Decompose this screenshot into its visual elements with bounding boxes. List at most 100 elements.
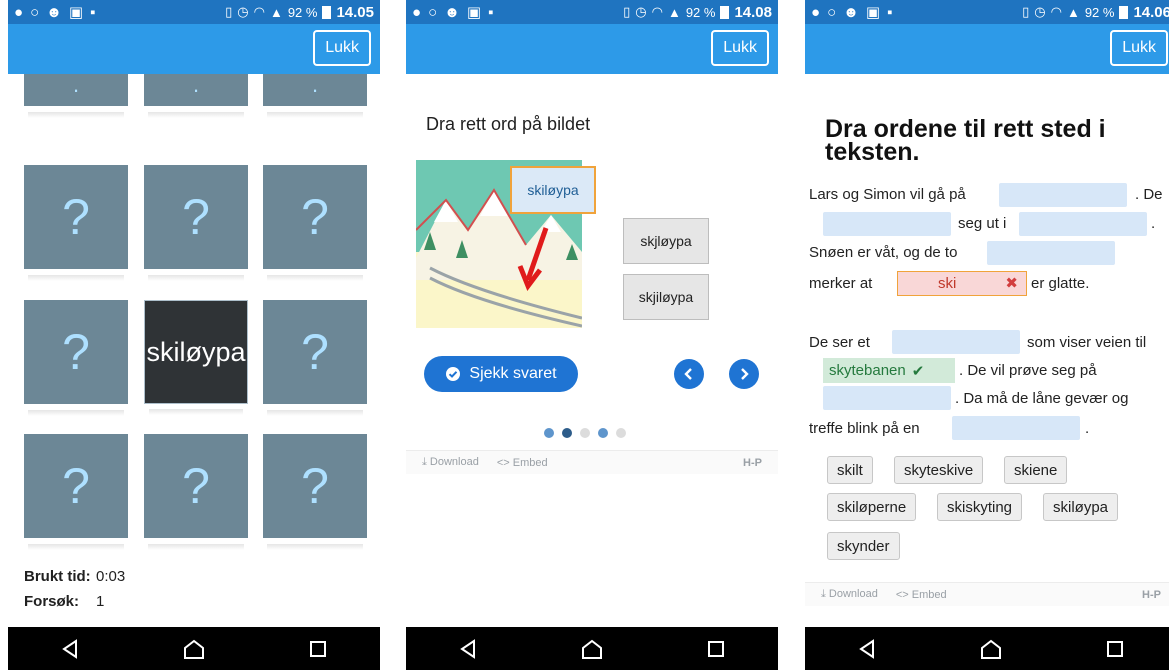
time-used-label: Brukt tid: xyxy=(24,568,91,585)
chat-icon: ● xyxy=(14,3,24,21)
home-icon[interactable] xyxy=(179,634,209,664)
word-chip[interactable]: skiløperne xyxy=(827,493,917,521)
alarm-icon: ◷ xyxy=(1034,4,1046,19)
embed-link[interactable]: <> Embed xyxy=(896,589,947,601)
close-button[interactable]: Lukk xyxy=(1110,30,1168,66)
download-link[interactable]: ⤓ Download xyxy=(821,588,878,601)
answer-blank[interactable] xyxy=(999,183,1127,207)
answer-blank[interactable] xyxy=(823,212,951,236)
slide-dot-current[interactable] xyxy=(562,428,572,438)
h5p-logo: H-P xyxy=(743,456,762,469)
face-icon: ☻ xyxy=(46,3,62,21)
download-notification-icon: ▪ xyxy=(887,3,893,21)
previous-button[interactable] xyxy=(674,359,704,389)
next-button[interactable] xyxy=(729,359,759,389)
circle-icon: ○ xyxy=(30,3,40,21)
text-fragment: . xyxy=(1151,215,1156,232)
word-chip[interactable]: skiene xyxy=(1004,456,1068,484)
memory-card[interactable]: ? xyxy=(144,165,248,281)
close-button[interactable]: Lukk xyxy=(313,30,371,66)
close-button[interactable]: Lukk xyxy=(711,30,769,66)
chevron-right-icon xyxy=(741,368,749,380)
status-bar: ● ○ ☻ ▣ ▪ ▯ ◷ ◠ ▲ 92 % 14.05 xyxy=(8,0,380,24)
draggable-word[interactable]: skjløypa xyxy=(623,218,709,264)
chat-icon: ● xyxy=(811,3,821,21)
slide-dot[interactable] xyxy=(598,428,608,438)
back-icon[interactable] xyxy=(852,634,882,664)
word-chip[interactable]: skyteskive xyxy=(894,456,984,484)
text-fragment: . Da må de låne gevær og xyxy=(955,390,1129,407)
recents-icon[interactable] xyxy=(303,634,333,664)
home-icon[interactable] xyxy=(577,634,607,664)
task-title: Dra ordene til rett sted i teksten. xyxy=(825,115,1106,166)
vibrate-icon: ▯ xyxy=(1022,4,1030,19)
signal-icon: ▲ xyxy=(667,4,681,20)
slide-dot[interactable] xyxy=(580,428,590,438)
attempts: Forsøk: 1 xyxy=(24,593,104,610)
time-used-value: 0:03 xyxy=(96,568,126,585)
embed-link[interactable]: <> Embed xyxy=(497,457,548,469)
alarm-icon: ◷ xyxy=(237,4,249,19)
app-bar: Lukk xyxy=(8,24,380,74)
vibrate-icon: ▯ xyxy=(623,4,631,19)
battery-icon xyxy=(720,5,730,19)
recents-icon[interactable] xyxy=(1100,634,1130,664)
correct-answer-text: skytebanen xyxy=(829,362,906,379)
wrong-answer-slot[interactable]: ski ✖ xyxy=(897,271,1027,296)
wrong-answer-text: ski xyxy=(938,275,957,292)
word-chip[interactable]: skiløypa xyxy=(1043,493,1119,521)
face-icon: ☻ xyxy=(444,3,460,21)
memory-card[interactable]: · xyxy=(24,74,128,118)
answer-blank[interactable] xyxy=(892,330,1020,354)
memory-card[interactable]: ? xyxy=(24,165,128,281)
battery-icon xyxy=(1119,5,1129,19)
memory-card[interactable]: · xyxy=(263,74,367,118)
app-bar: Lukk xyxy=(406,24,778,74)
clock: 14.08 xyxy=(734,3,772,21)
correct-answer-slot[interactable]: skytebanen ✔ xyxy=(823,358,955,383)
image-drop-zone[interactable]: skiløypa xyxy=(510,166,596,214)
slide-dot[interactable] xyxy=(544,428,554,438)
phone-screen-drag-word: ● ○ ☻ ▣ ▪ ▯ ◷ ◠ ▲ 92 % 14.08 Lukk Dra re… xyxy=(406,0,778,670)
draggable-word[interactable]: skjiløypa xyxy=(623,274,709,320)
memory-card[interactable]: ? xyxy=(263,434,367,550)
memory-card[interactable]: ? xyxy=(263,165,367,281)
face-icon: ☻ xyxy=(843,3,859,21)
battery-percent: 92 % xyxy=(1084,4,1115,20)
word-chip[interactable]: skynder xyxy=(827,532,900,560)
answer-blank[interactable] xyxy=(823,386,951,410)
memory-card-revealed[interactable]: skiløypa xyxy=(144,300,248,415)
memory-card[interactable]: ? xyxy=(263,300,367,416)
recents-icon[interactable] xyxy=(701,634,731,664)
download-link[interactable]: ⤓ Download xyxy=(422,456,479,469)
memory-game-area: · · · ? ? ? ? skiløypa ? ? ? ? Brukt tid… xyxy=(8,74,380,627)
status-bar: ● ○ ☻ ▣ ▪ ▯ ◷ ◠ ▲ 92 % 14.08 xyxy=(406,0,778,24)
memory-card[interactable]: · xyxy=(144,74,248,118)
memory-card[interactable]: ? xyxy=(144,434,248,550)
memory-card[interactable]: ? xyxy=(24,434,128,550)
task-title: Dra rett ord på bildet xyxy=(426,114,591,134)
answer-blank[interactable] xyxy=(987,241,1115,265)
check-circle-icon xyxy=(446,367,461,381)
back-icon[interactable] xyxy=(453,634,483,664)
answer-blank[interactable] xyxy=(1019,212,1147,236)
app-bar: Lukk xyxy=(805,24,1169,74)
phone-screen-fill-blanks: ● ○ ☻ ▣ ▪ ▯ ◷ ◠ ▲ 92 % 14.06 Lukk Dra or… xyxy=(805,0,1169,670)
back-icon[interactable] xyxy=(55,634,85,664)
h5p-logo: H-P xyxy=(1142,588,1161,601)
text-fragment: Lars og Simon vil gå på xyxy=(809,186,966,203)
slide-indicator xyxy=(544,428,626,438)
slide-dot[interactable] xyxy=(616,428,626,438)
circle-icon: ○ xyxy=(827,3,837,21)
memory-card[interactable]: ? xyxy=(24,300,128,416)
chevron-left-icon xyxy=(684,368,692,380)
image-icon: ▣ xyxy=(865,3,881,21)
word-chip[interactable]: skiskyting xyxy=(937,493,1023,521)
check-answer-button[interactable]: Sjekk svaret xyxy=(424,356,578,392)
text-fragment: . De xyxy=(1135,186,1163,203)
battery-icon xyxy=(322,5,332,19)
check-answer-label: Sjekk svaret xyxy=(469,365,557,382)
word-chip[interactable]: skilt xyxy=(827,456,873,484)
answer-blank[interactable] xyxy=(952,416,1080,440)
home-icon[interactable] xyxy=(976,634,1006,664)
